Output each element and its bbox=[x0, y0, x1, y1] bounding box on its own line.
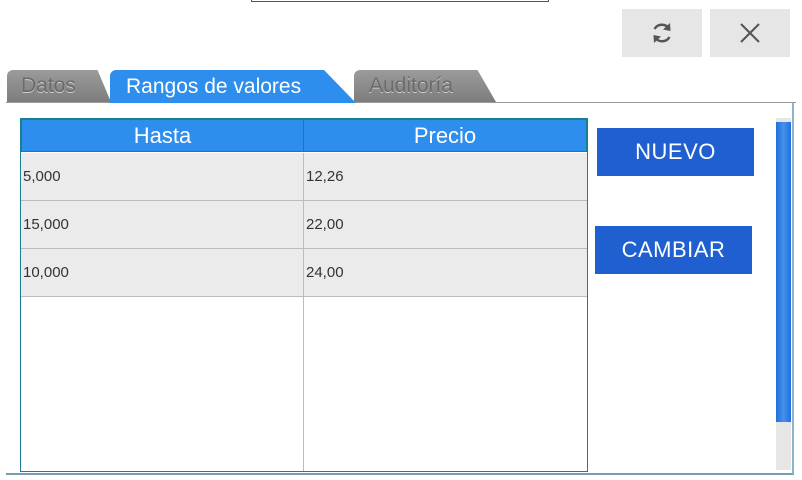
cell-precio: 24,00 bbox=[304, 249, 587, 296]
cambiar-button[interactable]: CAMBIAR bbox=[595, 226, 752, 274]
tab-datos[interactable]: Datos bbox=[7, 70, 111, 102]
cell-precio: 22,00 bbox=[304, 201, 587, 248]
tab-rangos-de-valores[interactable]: Rangos de valores bbox=[110, 70, 356, 103]
cell-hasta: 15,000 bbox=[21, 201, 304, 248]
tab-datos-label: Datos bbox=[21, 74, 76, 97]
tab-auditoria[interactable]: Auditoría bbox=[354, 70, 496, 102]
nuevo-button-label: NUEVO bbox=[635, 139, 716, 164]
close-icon bbox=[740, 23, 760, 43]
tab-rangos-label: Rangos de valores bbox=[126, 74, 302, 98]
scrollbar-thumb[interactable] bbox=[776, 122, 791, 422]
column-divider bbox=[303, 297, 304, 471]
nuevo-button[interactable]: NUEVO bbox=[597, 128, 754, 176]
cell-precio: 12,26 bbox=[304, 153, 587, 200]
column-header-precio[interactable]: Precio bbox=[304, 119, 587, 152]
grid-rows: 5,000 12,26 15,000 22,00 10,000 24,00 bbox=[21, 153, 587, 297]
column-header-hasta-label: Hasta bbox=[133, 122, 192, 148]
grid-header: Hasta Precio bbox=[21, 119, 587, 153]
close-button[interactable] bbox=[710, 9, 790, 57]
refresh-button[interactable] bbox=[622, 9, 702, 57]
table-row[interactable]: 5,000 12,26 bbox=[21, 153, 587, 201]
tab-auditoria-label: Auditoría bbox=[369, 74, 454, 97]
column-header-hasta[interactable]: Hasta bbox=[21, 119, 304, 152]
refresh-icon bbox=[653, 23, 671, 43]
cell-hasta: 10,000 bbox=[21, 249, 304, 296]
top-field[interactable] bbox=[251, 0, 549, 2]
table-row[interactable]: 15,000 22,00 bbox=[21, 201, 587, 249]
table-row[interactable]: 10,000 24,00 bbox=[21, 249, 587, 297]
ranges-grid: Hasta Precio 5,000 12,26 15,000 22,00 10… bbox=[20, 118, 588, 472]
cell-hasta: 5,000 bbox=[21, 153, 304, 200]
column-header-precio-label: Precio bbox=[413, 122, 477, 148]
cambiar-button-label: CAMBIAR bbox=[621, 237, 726, 262]
